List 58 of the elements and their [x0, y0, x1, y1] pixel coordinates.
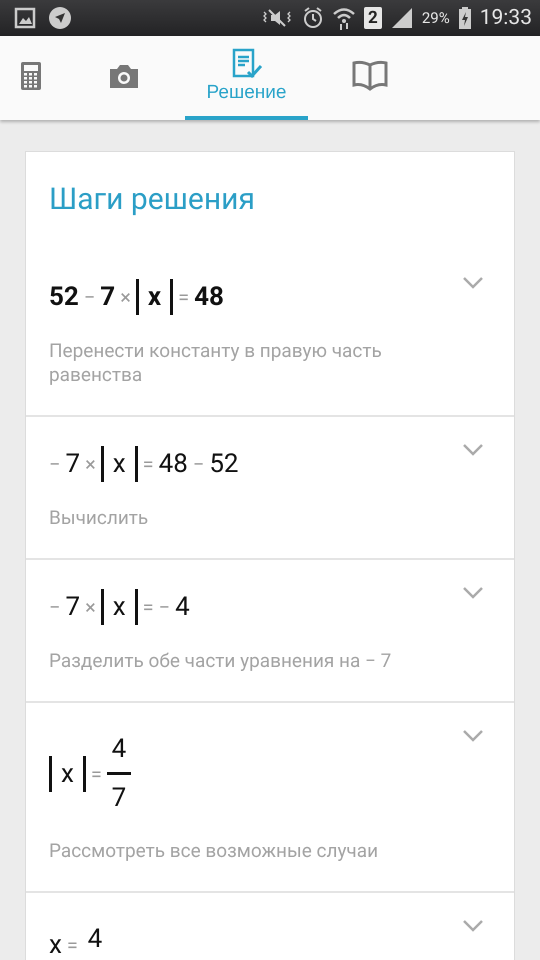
math-operator: = [142, 452, 154, 476]
chevron-icon[interactable] [462, 443, 484, 457]
book-icon [352, 59, 388, 93]
absolute-value: x [136, 279, 174, 315]
battery-icon [458, 6, 472, 30]
math-operator: = [178, 285, 190, 309]
math-term: x [49, 930, 62, 960]
step-row[interactable]: x = 4 [26, 893, 514, 960]
fraction-numerator: 4 [112, 733, 126, 766]
math-operator: − [84, 285, 96, 309]
math-operator: × [85, 452, 96, 476]
step-description: Рассмотреть все возможные случаи [49, 839, 380, 863]
math-term: 7 [65, 592, 80, 622]
step-row[interactable]: − 7 × x = 48 − 52 Вычислить [26, 417, 514, 560]
step-description: Разделить обе части уравнения на − 7 [49, 649, 392, 673]
card-title: Шаги решения [49, 182, 256, 219]
fraction-numerator: 4 [88, 923, 102, 956]
math-operator: − [49, 595, 60, 619]
math-operator: = [90, 762, 102, 786]
math-operator: − [192, 452, 204, 476]
alarm-icon [302, 6, 324, 30]
math-term: 48 [194, 282, 224, 312]
absolute-value: x [100, 589, 138, 625]
math-term: 7 [100, 282, 116, 312]
math-operator: = [142, 595, 154, 619]
sim-badge: 2 [364, 7, 382, 29]
math-term: 7 [65, 449, 80, 479]
math-operator: × [120, 285, 131, 309]
math-term: 4 [175, 592, 190, 622]
absolute-value: x [49, 756, 86, 792]
math-operator: − [49, 452, 60, 476]
step-description: Перенести константу в правую часть равенства [49, 339, 383, 387]
calculator-icon [20, 61, 42, 91]
math-operator: × [85, 595, 96, 619]
chevron-icon[interactable] [462, 276, 484, 290]
step-row[interactable]: 52 − 7 × x = 48 Перенести константу в правую часть равенства [26, 250, 514, 417]
chevron-icon[interactable] [462, 586, 484, 600]
wifi-icon [332, 6, 356, 30]
gallery-icon [14, 7, 36, 29]
absolute-value: x [100, 446, 138, 482]
math-term: 52 [49, 282, 79, 312]
step-description: Вычислить [49, 506, 150, 530]
camera-icon [108, 62, 140, 90]
math-term: 48 [158, 449, 188, 479]
checklist-icon [230, 48, 262, 80]
battery-level: 29% [422, 9, 450, 27]
fraction-denominator: 7 [112, 782, 126, 815]
chevron-icon[interactable] [462, 919, 484, 933]
math-operator: = [66, 932, 78, 956]
fraction-bar [106, 772, 131, 775]
step-row[interactable]: x = 4 7 Рассмотреть все возможные случаи [26, 703, 514, 893]
clock: 19:33 [480, 6, 532, 30]
navigation-icon [48, 6, 72, 30]
math-term: 52 [209, 449, 239, 479]
signal-icon [390, 6, 414, 30]
chevron-icon[interactable] [462, 729, 484, 743]
step-row[interactable]: − 7 × x = − 4 Разделить обе части уравнения на − 7 [26, 560, 514, 703]
math-operator: − [158, 595, 170, 619]
